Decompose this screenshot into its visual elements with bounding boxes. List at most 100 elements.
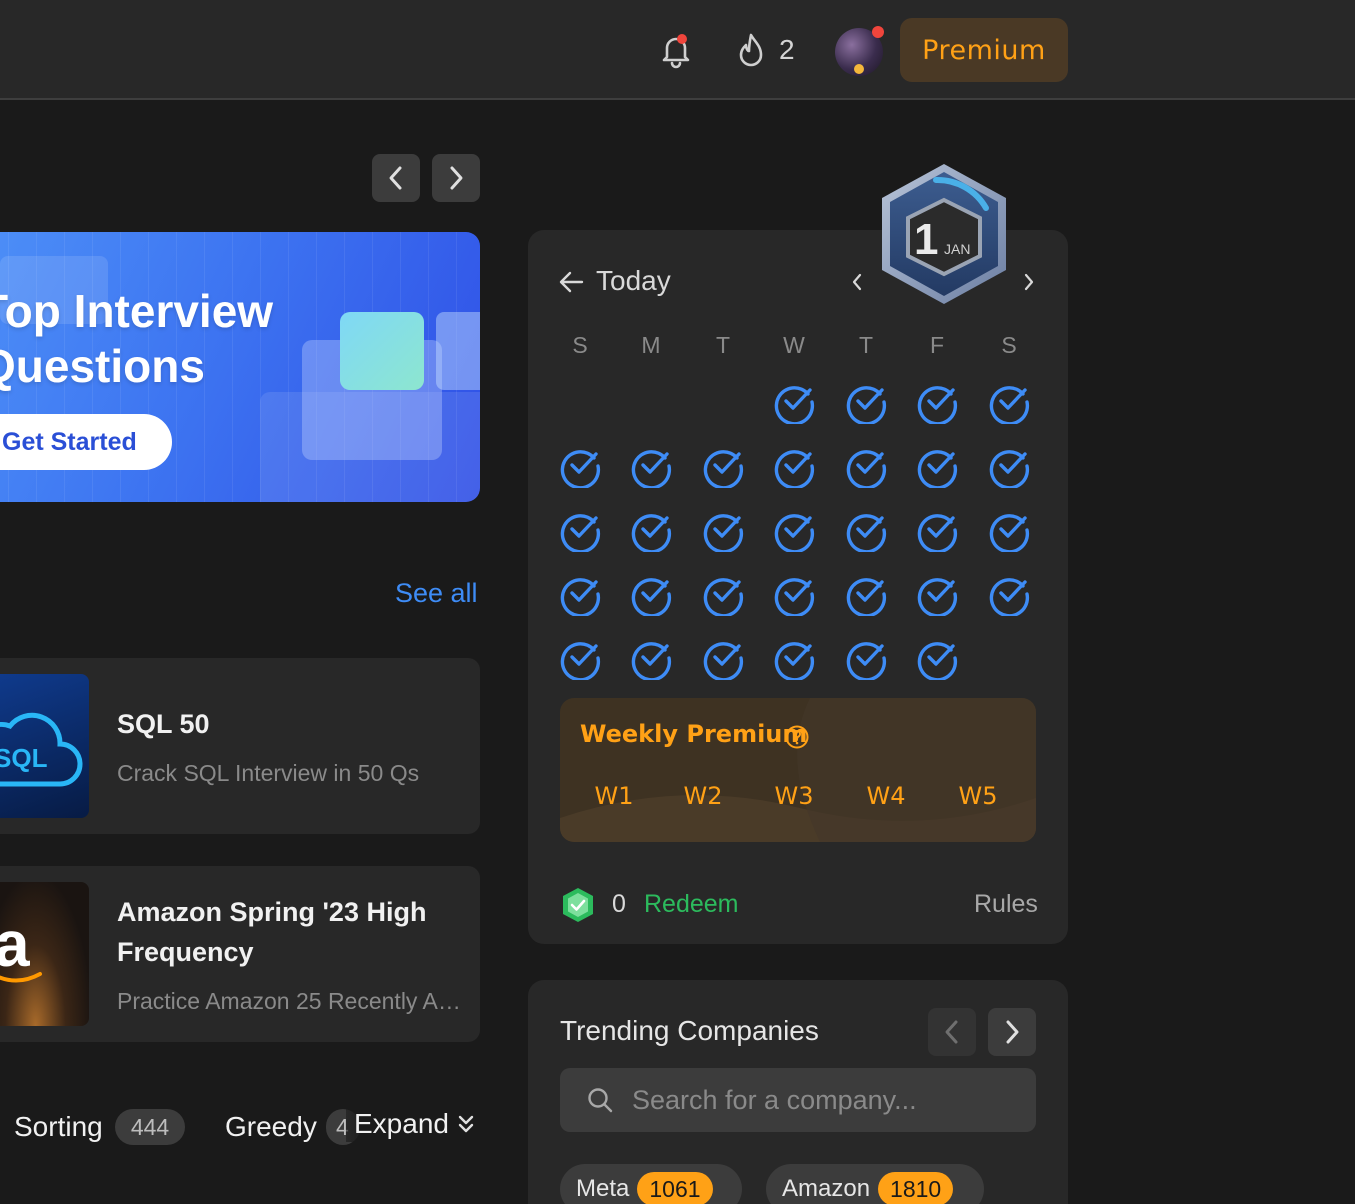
amazon-thumbnail: a <box>0 882 89 1026</box>
day-completed-check-icon[interactable] <box>558 508 602 552</box>
chevron-right-icon <box>450 166 463 190</box>
day-completed-check-icon[interactable] <box>772 636 816 680</box>
day-completed-check-icon[interactable] <box>558 444 602 488</box>
company-name: Meta <box>576 1175 630 1202</box>
day-completed-check-icon[interactable] <box>772 572 816 616</box>
amazon-thumb-text: a <box>0 908 30 980</box>
top-interview-banner[interactable]: Top Interview Questions Get Started <box>0 232 480 502</box>
day-completed-check-icon[interactable] <box>558 636 602 680</box>
sql-thumb-text: SQL <box>0 743 48 773</box>
day-completed-check-icon[interactable] <box>701 636 745 680</box>
weekday-label: S <box>572 332 588 358</box>
badge-day: 1 <box>914 215 938 264</box>
weekday-label: S <box>1001 332 1017 358</box>
study-plan-card-sql[interactable]: SQL SQL 50 Crack SQL Interview in 50 Qs <box>0 658 480 834</box>
day-completed-check-icon[interactable] <box>629 636 673 680</box>
day-completed-check-icon[interactable] <box>915 444 959 488</box>
day-completed-check-icon[interactable] <box>844 444 888 488</box>
coin-count: 0 <box>612 890 626 918</box>
chevron-left-icon <box>945 1020 958 1044</box>
company-chip-amazon[interactable]: Amazon 1810 <box>766 1164 984 1204</box>
search-icon <box>588 1088 613 1113</box>
company-search-input[interactable] <box>632 1082 1012 1118</box>
day-completed-check-icon[interactable] <box>915 508 959 552</box>
day-completed-check-icon[interactable] <box>772 380 816 424</box>
day-completed-check-icon[interactable] <box>987 444 1031 488</box>
week-2[interactable]: W2 <box>673 782 733 810</box>
expand-label: Expand <box>354 1108 449 1139</box>
day-completed-check-icon[interactable] <box>629 508 673 552</box>
badge-month: JAN <box>944 241 970 257</box>
rules-link[interactable]: Rules <box>974 890 1038 919</box>
trending-prev-button[interactable] <box>928 1008 976 1056</box>
day-completed-check-icon[interactable] <box>844 572 888 616</box>
trending-title: Trending Companies <box>560 1015 819 1046</box>
day-completed-check-icon[interactable] <box>701 572 745 616</box>
coin-hexagon-icon <box>563 888 593 922</box>
day-completed-check-icon[interactable] <box>629 444 673 488</box>
month-next-icon[interactable] <box>1020 270 1038 294</box>
topic-sorting[interactable]: Sorting <box>14 1109 103 1145</box>
trending-next-button[interactable] <box>988 1008 1036 1056</box>
week-4[interactable]: W4 <box>856 782 916 810</box>
weekly-premium-box: Weekly Premium W1 W2 W3 W4 W5 <box>560 698 1036 842</box>
chevron-left-icon <box>389 166 402 190</box>
weekday-label: T <box>715 332 731 358</box>
banner-title: Top Interview Questions <box>0 284 273 394</box>
fire-icon[interactable] <box>733 30 769 70</box>
today-label[interactable]: Today <box>596 265 671 297</box>
carousel-prev-button[interactable] <box>372 154 420 202</box>
premium-button[interactable]: Premium <box>900 18 1068 82</box>
week-3[interactable]: W3 <box>764 782 824 810</box>
day-completed-check-icon[interactable] <box>987 508 1031 552</box>
weekly-premium-title: Weekly Premium <box>580 720 807 748</box>
card-title: SQL 50 <box>117 709 210 739</box>
day-completed-check-icon[interactable] <box>772 444 816 488</box>
card-subtitle: Practice Amazon 25 Recently Asked Qs <box>117 988 462 1014</box>
day-completed-check-icon[interactable] <box>915 636 959 680</box>
monthly-badge-icon: 1 JAN <box>882 164 1006 304</box>
chevron-right-icon <box>1006 1020 1019 1044</box>
get-started-button[interactable]: Get Started <box>0 414 172 470</box>
card-subtitle: Crack SQL Interview in 50 Qs <box>117 760 420 786</box>
day-completed-check-icon[interactable] <box>701 508 745 552</box>
company-chip-meta[interactable]: Meta 1061 <box>560 1164 742 1204</box>
card-title: Amazon Spring '23 High Frequency <box>117 897 427 967</box>
day-completed-check-icon[interactable] <box>844 636 888 680</box>
study-plan-card-amazon[interactable]: a Amazon Spring '23 High Frequency Pract… <box>0 866 480 1042</box>
expand-button[interactable]: Expand <box>346 1106 475 1142</box>
week-5[interactable]: W5 <box>948 782 1008 810</box>
day-completed-check-icon[interactable] <box>701 444 745 488</box>
day-completed-check-icon[interactable] <box>987 572 1031 616</box>
day-completed-check-icon[interactable] <box>915 380 959 424</box>
chevron-double-down-icon <box>458 1115 474 1133</box>
day-completed-check-icon[interactable] <box>844 508 888 552</box>
avatar-notification-dot <box>872 26 884 38</box>
day-completed-check-icon[interactable] <box>987 380 1031 424</box>
amazon-logo-icon: a <box>0 908 42 983</box>
day-completed-check-icon[interactable] <box>915 572 959 616</box>
company-count: 1810 <box>878 1172 954 1204</box>
banner-title-line1: Top Interview <box>0 285 274 337</box>
day-completed-check-icon[interactable] <box>558 572 602 616</box>
see-all-link[interactable]: See all <box>395 578 478 609</box>
week-1[interactable]: W1 <box>584 782 644 810</box>
avatar-badge-dot <box>854 64 864 74</box>
arrow-left-icon[interactable] <box>558 268 586 296</box>
day-completed-check-icon[interactable] <box>629 572 673 616</box>
company-name: Amazon <box>782 1175 871 1202</box>
banner-title-line2: Questions <box>0 340 205 392</box>
notification-dot <box>677 34 687 44</box>
weekday-label: M <box>641 332 661 358</box>
carousel-next-button[interactable] <box>432 154 480 202</box>
day-completed-check-icon[interactable] <box>772 508 816 552</box>
streak-count[interactable]: 2 <box>779 32 795 68</box>
day-completed-check-icon[interactable] <box>844 380 888 424</box>
help-circle-icon[interactable] <box>784 724 810 750</box>
month-prev-icon[interactable] <box>848 270 866 294</box>
company-count: 1061 <box>637 1172 713 1204</box>
redeem-link[interactable]: Redeem <box>644 890 739 919</box>
bell-icon[interactable] <box>656 30 696 70</box>
sql-thumbnail: SQL <box>0 674 89 818</box>
topic-greedy[interactable]: Greedy <box>225 1109 317 1145</box>
